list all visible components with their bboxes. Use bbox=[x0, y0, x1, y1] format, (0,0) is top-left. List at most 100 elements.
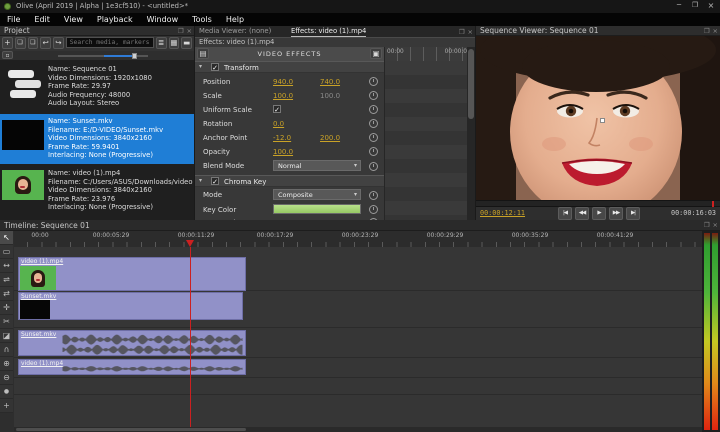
keyframe-clock-icon[interactable] bbox=[369, 119, 378, 128]
edit-tool[interactable]: ▭ bbox=[0, 245, 13, 259]
close-panel-icon[interactable]: × bbox=[187, 26, 192, 36]
track-area[interactable]: video (1).mp4 Sunset.mkv Sunset.mkv vide… bbox=[14, 247, 702, 432]
view-size-toggle[interactable]: ▫ bbox=[2, 51, 13, 59]
scrollbar-thumb[interactable] bbox=[468, 49, 474, 119]
timeline-h-scrollbar[interactable] bbox=[14, 427, 702, 432]
position-x-value[interactable]: 940.0 bbox=[273, 78, 293, 86]
tab-media-viewer[interactable]: Media Viewer: (none) bbox=[199, 27, 271, 35]
menu-playback[interactable]: Playback bbox=[90, 13, 140, 26]
scale-x-value[interactable]: 100.0 bbox=[273, 92, 293, 100]
keyframe-clock-icon[interactable] bbox=[369, 205, 378, 214]
slider-handle[interactable] bbox=[132, 53, 137, 59]
playhead-marker[interactable] bbox=[186, 240, 194, 247]
keyframe-clock-icon[interactable] bbox=[369, 162, 378, 171]
transform-enabled-checkbox[interactable]: ✓ bbox=[211, 63, 219, 71]
keyframe-clock-icon[interactable] bbox=[369, 105, 378, 114]
float-panel-icon[interactable]: ❐ bbox=[459, 27, 465, 37]
fast-forward-button[interactable]: ▶▶ bbox=[609, 207, 623, 220]
position-y-value[interactable]: 740.0 bbox=[320, 78, 340, 86]
media-item-sunset[interactable]: Name: Sunset.mkv Filename: E:/D-VIDEO/Su… bbox=[0, 114, 194, 164]
close-button[interactable]: × bbox=[704, 1, 718, 10]
tree-view-button[interactable]: ≣ bbox=[156, 37, 167, 49]
clip-sunset-video[interactable]: Sunset.mkv bbox=[18, 292, 243, 320]
float-panel-icon[interactable]: ❐ bbox=[178, 26, 184, 36]
open-project-button[interactable]: ❏ bbox=[15, 37, 26, 49]
icon-view-button[interactable]: ▦ bbox=[169, 37, 180, 49]
keyframe-area[interactable]: 00:00 00:00:0 bbox=[384, 47, 468, 220]
scrollbar-thumb[interactable] bbox=[16, 428, 246, 431]
project-panel-header[interactable]: Project ❐× bbox=[0, 26, 194, 36]
chroma-key-enabled-checkbox[interactable]: ✓ bbox=[211, 177, 219, 185]
keyframe-ruler[interactable]: 00:00 00:00:0 bbox=[385, 47, 468, 62]
uniform-scale-checkbox[interactable]: ✓ bbox=[273, 105, 281, 113]
chevron-down-icon[interactable]: ▾ bbox=[199, 63, 202, 70]
transform-section-header[interactable]: ▾ ✓ Transform bbox=[195, 61, 384, 73]
keyframe-clock-icon[interactable] bbox=[369, 91, 378, 100]
menu-file[interactable]: File bbox=[0, 13, 27, 26]
razor-tool[interactable]: ✂ bbox=[0, 315, 13, 329]
slide-tool[interactable]: ✛ bbox=[0, 301, 13, 315]
tab-effects[interactable]: Effects: video (1).mp4 bbox=[291, 27, 366, 37]
chroma-key-section-header[interactable]: ▾ ✓ Chroma Key bbox=[195, 175, 384, 187]
menu-edit[interactable]: Edit bbox=[27, 13, 57, 26]
anchor-y-value[interactable]: 200.0 bbox=[320, 134, 340, 142]
float-panel-icon[interactable]: ❐ bbox=[704, 26, 710, 36]
close-panel-icon[interactable]: × bbox=[713, 26, 718, 36]
maximize-button[interactable]: ❐ bbox=[688, 1, 702, 9]
record-button[interactable]: ● bbox=[0, 385, 13, 399]
rolling-tool[interactable]: ⇌ bbox=[0, 273, 13, 287]
keyframe-clock-icon[interactable] bbox=[369, 133, 378, 142]
close-panel-icon[interactable]: × bbox=[468, 27, 473, 37]
timeline-panel-header[interactable]: Timeline: Sequence 01 ❐× bbox=[0, 220, 720, 231]
keyframe-clock-icon[interactable] bbox=[369, 77, 378, 86]
opacity-value[interactable]: 100.0 bbox=[273, 148, 293, 156]
chevron-down-icon[interactable]: ▾ bbox=[199, 177, 202, 184]
slip-tool[interactable]: ⇄ bbox=[0, 287, 13, 301]
save-project-button[interactable]: ❏ bbox=[28, 37, 39, 49]
media-item-sequence01[interactable]: Name: Sequence 01 Video Dimensions: 1920… bbox=[0, 62, 194, 112]
float-panel-icon[interactable]: ❐ bbox=[704, 220, 710, 231]
media-item-video1[interactable]: Name: video (1).mp4 Filename: C:/Users/A… bbox=[0, 166, 194, 216]
keyframe-clock-icon[interactable] bbox=[369, 191, 378, 200]
transform-gizmo-handle[interactable] bbox=[600, 118, 605, 123]
pointer-tool[interactable]: ↖ bbox=[0, 231, 13, 245]
list-view-button[interactable]: ▬ bbox=[181, 37, 192, 49]
snapping-toggle[interactable]: ∩ bbox=[0, 343, 13, 357]
play-button[interactable]: ▶ bbox=[592, 207, 606, 220]
viewer-panel-header[interactable]: Sequence Viewer: Sequence 01 ❐× bbox=[476, 26, 720, 36]
add-button[interactable]: + bbox=[0, 399, 13, 413]
menu-help[interactable]: Help bbox=[219, 13, 251, 26]
clip-sunset-audio[interactable]: Sunset.mkv bbox=[18, 330, 246, 356]
new-item-button[interactable]: + bbox=[2, 37, 13, 49]
close-panel-icon[interactable]: × bbox=[713, 220, 718, 231]
undo-button[interactable]: ↩ bbox=[40, 37, 51, 49]
key-color-swatch[interactable] bbox=[273, 204, 361, 214]
viewer-scrub-bar[interactable] bbox=[476, 200, 720, 207]
keyframe-clock-icon[interactable] bbox=[369, 147, 378, 156]
menu-window[interactable]: Window bbox=[140, 13, 186, 26]
menu-tools[interactable]: Tools bbox=[185, 13, 219, 26]
go-to-start-button[interactable]: |◀ bbox=[558, 207, 572, 220]
effects-menu-icon[interactable]: ▣ bbox=[370, 48, 382, 59]
thumbnail-size-slider[interactable] bbox=[58, 55, 148, 57]
clip-video1-audio[interactable]: video (1).mp4 bbox=[18, 359, 246, 375]
menu-view[interactable]: View bbox=[57, 13, 90, 26]
zoom-out-tool[interactable]: ⊖ bbox=[0, 371, 13, 385]
ripple-tool[interactable]: ↔ bbox=[0, 259, 13, 273]
search-input[interactable] bbox=[66, 37, 154, 48]
redo-button[interactable]: ↪ bbox=[53, 37, 64, 49]
viewer-canvas[interactable] bbox=[476, 36, 720, 200]
chroma-mode-select[interactable]: Composite▾ bbox=[273, 189, 361, 200]
transition-tool[interactable]: ◪ bbox=[0, 329, 13, 343]
zoom-in-tool[interactable]: ⊕ bbox=[0, 357, 13, 371]
blend-mode-select[interactable]: Normal▾ bbox=[273, 160, 361, 171]
effects-scrollbar[interactable] bbox=[467, 47, 475, 220]
current-timecode[interactable]: 00:00:12:11 bbox=[480, 209, 525, 217]
rewind-button[interactable]: ◀◀ bbox=[575, 207, 589, 220]
go-to-end-button[interactable]: ▶| bbox=[626, 207, 640, 220]
clip-video1-video[interactable]: video (1).mp4 bbox=[18, 257, 246, 291]
minimize-button[interactable]: ─ bbox=[672, 1, 686, 9]
anchor-x-value[interactable]: -12.0 bbox=[273, 134, 291, 142]
timeline-ruler[interactable]: 00:00 00:00:05:29 00:00:11:29 00:00:17:2… bbox=[14, 231, 702, 248]
rotation-value[interactable]: 0.0 bbox=[273, 120, 284, 128]
